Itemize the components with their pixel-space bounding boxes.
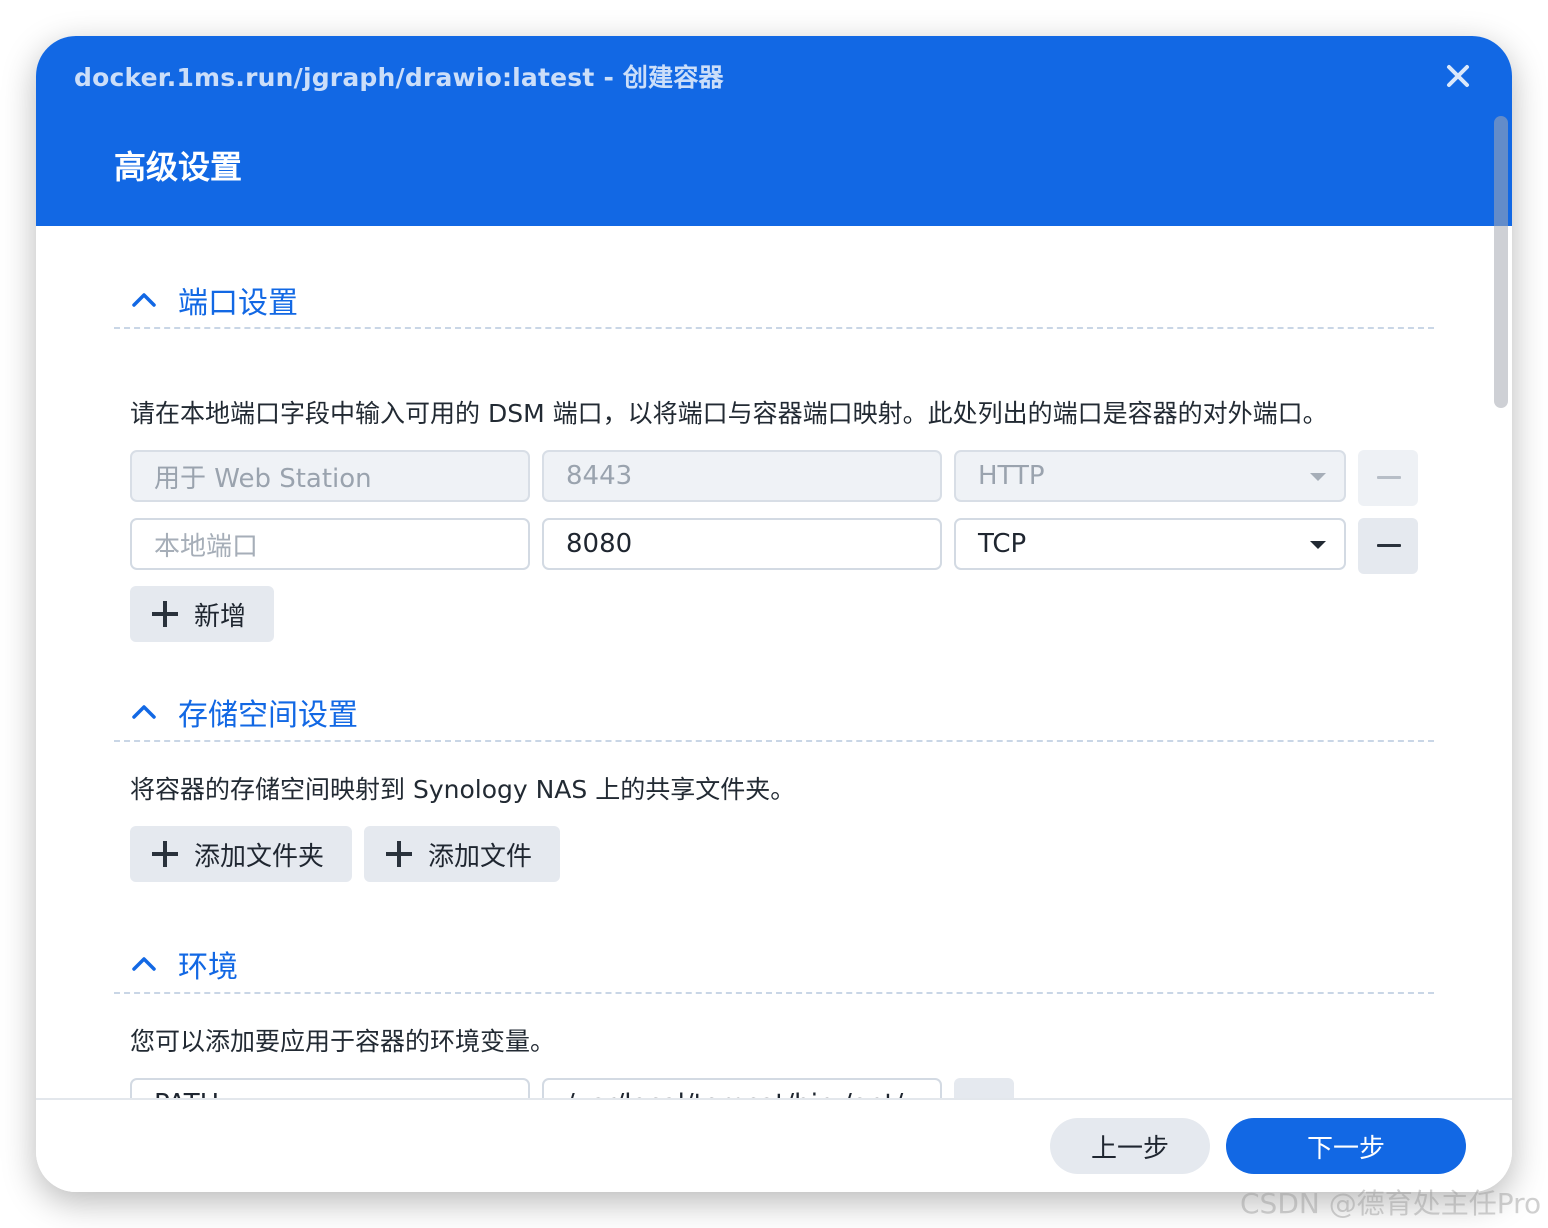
add-port-label: 新增 — [194, 601, 247, 632]
scrollbar-thumb[interactable] — [1494, 116, 1508, 408]
remove-env-button[interactable] — [954, 1078, 1014, 1098]
remove-port-button-disabled — [1358, 450, 1418, 506]
storage-section-divider — [114, 740, 1434, 742]
storage-section-header[interactable]: 存储空间设置 — [130, 692, 358, 733]
chevron-up-icon — [132, 957, 156, 971]
env-section-divider — [114, 992, 1434, 994]
plus-icon — [386, 841, 412, 867]
add-file-button[interactable]: 添加文件 — [364, 826, 560, 882]
page-title: 高级设置 — [114, 148, 243, 186]
env-section-title: 环境 — [178, 950, 238, 985]
create-container-dialog: docker.1ms.run/jgraph/drawio:latest - 创建… — [36, 36, 1512, 1192]
caret-down-icon — [1310, 541, 1326, 549]
storage-section-description: 将容器的存储空间映射到 Synology NAS 上的共享文件夹。 — [130, 775, 796, 804]
minus-icon — [1377, 544, 1401, 547]
chevron-up-icon — [132, 293, 156, 307]
local-port-placeholder: 本地端口 — [154, 531, 259, 562]
plus-icon — [152, 841, 178, 867]
add-folder-label: 添加文件夹 — [194, 841, 325, 872]
remove-port-button[interactable] — [1358, 518, 1418, 574]
env-section-description: 您可以添加要应用于容器的环境变量。 — [130, 1027, 556, 1056]
close-icon — [1447, 65, 1469, 87]
caret-down-icon — [1310, 473, 1326, 481]
close-button[interactable] — [1440, 58, 1476, 94]
plus-icon — [152, 601, 178, 627]
protocol-select-http: HTTP — [954, 450, 1346, 502]
protocol-select-value: TCP — [978, 529, 1027, 559]
protocol-select-value: HTTP — [978, 461, 1045, 491]
dialog-footer: 上一步 下一步 — [36, 1098, 1512, 1192]
container-port-input[interactable]: 8080 — [542, 518, 942, 570]
port-section-title: 端口设置 — [178, 286, 298, 321]
window-title: docker.1ms.run/jgraph/drawio:latest - 创建… — [74, 63, 724, 92]
env-section-header[interactable]: 环境 — [130, 944, 238, 985]
add-port-button[interactable]: 新增 — [130, 586, 274, 642]
csdn-watermark: CSDN @德育处主任Pro — [1240, 1187, 1542, 1220]
next-step-button[interactable]: 下一步 — [1226, 1118, 1466, 1174]
previous-step-button[interactable]: 上一步 — [1050, 1118, 1210, 1174]
env-value-input[interactable]: /usr/local/tomcat/bin:/opt/ — [542, 1078, 942, 1098]
dialog-header: docker.1ms.run/jgraph/drawio:latest - 创建… — [36, 36, 1512, 226]
port-section-divider — [114, 327, 1434, 329]
container-port-field-8443: 8443 — [542, 450, 942, 502]
local-port-field-web-station: 用于 Web Station — [130, 450, 530, 502]
env-key-input[interactable]: PATH — [130, 1078, 530, 1098]
port-section-description: 请在本地端口字段中输入可用的 DSM 端口，以将端口与容器端口映射。此处列出的端… — [130, 399, 1328, 428]
add-file-label: 添加文件 — [428, 841, 533, 872]
chevron-up-icon — [132, 705, 156, 719]
local-port-input[interactable]: 本地端口 — [130, 518, 530, 570]
port-section-header[interactable]: 端口设置 — [130, 280, 298, 321]
protocol-select-tcp[interactable]: TCP — [954, 518, 1346, 570]
storage-section-title: 存储空间设置 — [178, 698, 358, 733]
add-folder-button[interactable]: 添加文件夹 — [130, 826, 352, 882]
minus-icon — [1377, 476, 1401, 479]
settings-content[interactable]: 端口设置 请在本地端口字段中输入可用的 DSM 端口，以将端口与容器端口映射。此… — [36, 226, 1492, 1098]
